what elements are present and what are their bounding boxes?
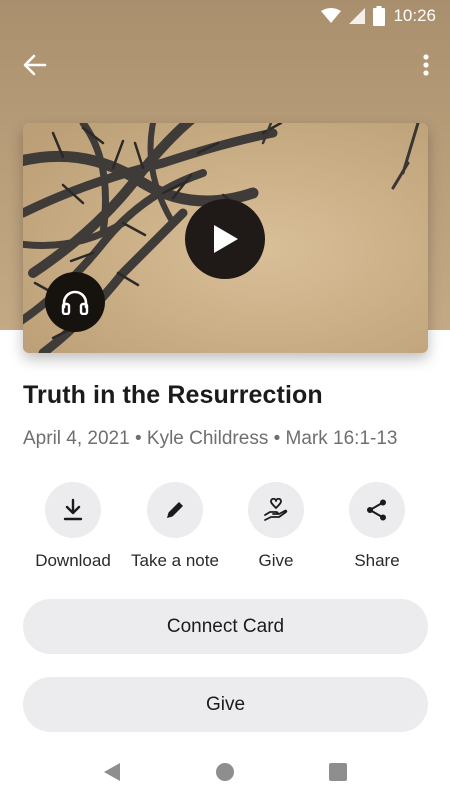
nav-back-button[interactable] [100,760,124,784]
download-label: Download [35,551,111,570]
play-button[interactable] [185,199,265,279]
action-row: Download Take a note Give Share [0,482,450,582]
download-action-circle[interactable] [45,482,101,538]
wifi-icon [321,8,342,23]
give-button[interactable]: Give [23,677,428,732]
give-action-circle[interactable] [248,482,304,538]
sermon-media-artwork [23,123,428,353]
cell-signal-icon [349,8,366,24]
nav-recents-icon [329,763,347,781]
share-icon [367,499,386,521]
share-action[interactable]: Share [322,482,432,571]
app-bar [0,40,450,90]
take-a-note-action[interactable]: Take a note [120,482,230,571]
arrow-left-icon [23,54,47,76]
download-icon [63,498,83,521]
give-action[interactable]: Give [221,482,331,571]
headphones-icon [61,290,89,315]
take-a-note-action-circle[interactable] [147,482,203,538]
take-a-note-label: Take a note [131,551,219,570]
pencil-icon [167,502,183,518]
more-options-button[interactable] [416,50,436,80]
more-vertical-icon [423,54,429,76]
nav-back-icon [104,763,120,781]
share-label: Share [354,551,400,570]
share-action-circle[interactable] [349,482,405,538]
play-icon [214,225,238,253]
battery-icon [373,6,386,26]
nav-recents-button[interactable] [326,760,350,784]
connect-card-button[interactable]: Connect Card [23,599,428,654]
status-bar: 10:26 [0,0,450,32]
sermon-meta: April 4, 2021 • Kyle Childress • Mark 16… [23,428,398,449]
system-navigation-bar [0,744,450,800]
nav-home-icon [216,763,234,781]
download-action[interactable]: Download [18,482,128,571]
giving-hand-icon [264,498,288,521]
listen-audio-button[interactable] [45,272,105,332]
status-time: 10:26 [393,6,436,25]
nav-home-button[interactable] [213,760,237,784]
give-label: Give [258,551,294,570]
sermon-title: Truth in the Resurrection [23,381,323,409]
back-button[interactable] [20,52,50,78]
